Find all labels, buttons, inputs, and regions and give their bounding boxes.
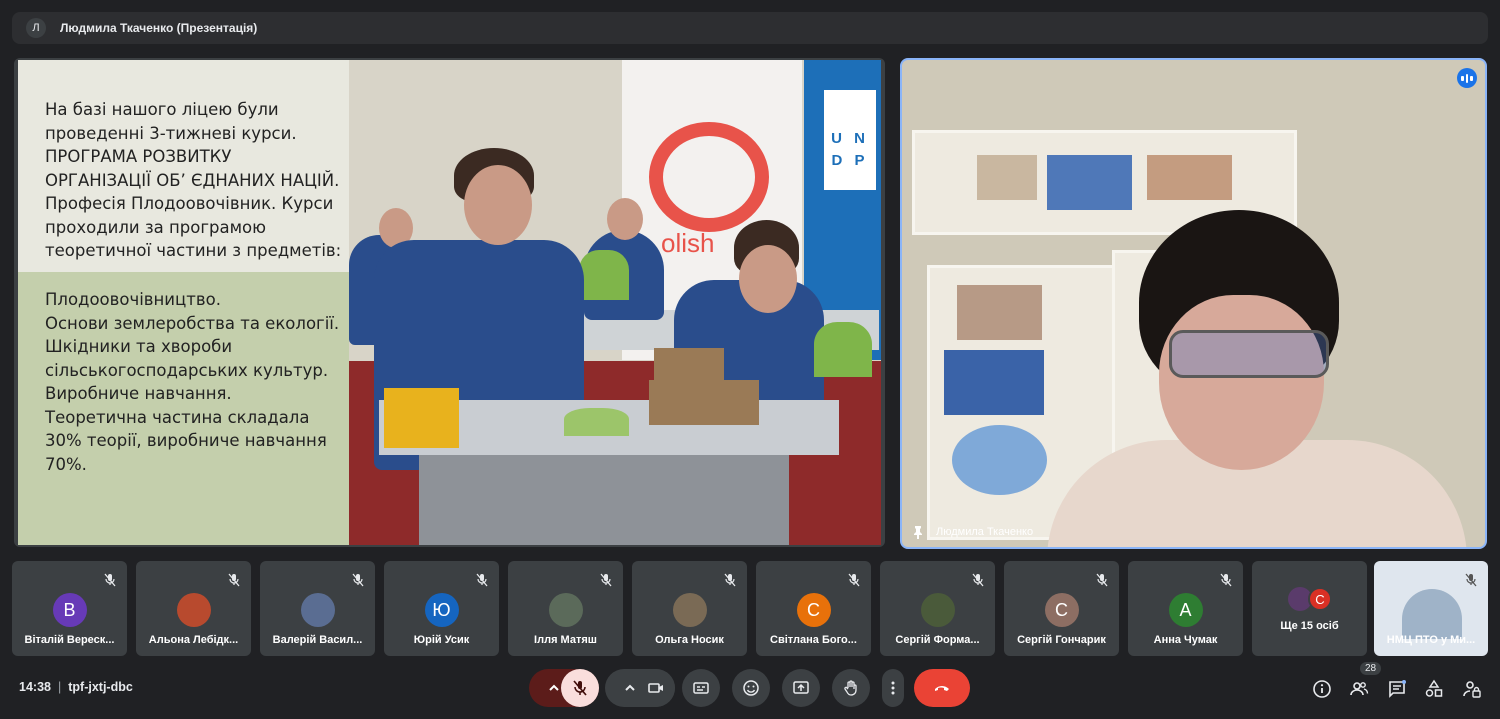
- captions-button[interactable]: [682, 669, 720, 707]
- reactions-button[interactable]: [732, 669, 770, 707]
- participant-name: Альона Лебідк...: [148, 634, 239, 646]
- emoji-icon: [743, 680, 759, 696]
- clock: 14:38: [19, 680, 51, 694]
- raise-hand-button[interactable]: [832, 669, 870, 707]
- polish-aid-text: olish: [661, 228, 715, 258]
- avatar: С: [796, 593, 831, 627]
- meeting-info: 14:38 | tpf-jxtj-dbc: [19, 680, 133, 694]
- participant-name: Ілля Матяш: [534, 634, 597, 646]
- meeting-details-button[interactable]: [1311, 678, 1333, 700]
- presentation-slide: На базі нашого ліцею були проведенні 3-т…: [14, 58, 885, 547]
- presentation-title: Людмила Ткаченко (Презентація): [60, 21, 258, 35]
- participant-name: Юрій Усик: [413, 634, 470, 646]
- participant-name: Віталій Вереск...: [24, 634, 115, 646]
- more-participants-label: Ще 15 осіб: [1280, 620, 1339, 632]
- speaker-glasses: [1169, 330, 1329, 378]
- avatar: [176, 593, 211, 627]
- participant-name: Валерій Васил...: [272, 634, 363, 646]
- participant-tile[interactable]: Ю Юрій Усик: [384, 561, 499, 656]
- captions-icon: [693, 682, 709, 694]
- people-button[interactable]: [1348, 678, 1370, 700]
- more-vert-icon: [891, 681, 895, 695]
- mic-off-icon: [1220, 573, 1232, 587]
- lock-person-icon: [1463, 681, 1481, 698]
- mic-off-icon: [600, 573, 612, 587]
- control-bar: 14:38 | tpf-jxtj-dbc 28: [0, 660, 1500, 719]
- avatar: [548, 593, 583, 627]
- avatar: А: [1168, 593, 1203, 627]
- participant-name: Ольга Носик: [655, 634, 724, 646]
- people-icon: [1350, 682, 1369, 696]
- host-controls-button[interactable]: [1461, 678, 1483, 700]
- participant-tile[interactable]: С Сергій Гончарик: [1004, 561, 1119, 656]
- mic-toggle-button[interactable]: [561, 669, 599, 707]
- undp-logo: U N D P: [824, 90, 876, 190]
- mic-off-icon: [848, 573, 860, 587]
- more-participants-tile[interactable]: С Ще 15 осіб: [1252, 561, 1367, 656]
- camera-toggle-button[interactable]: [637, 669, 675, 707]
- avatar: С: [1308, 587, 1332, 611]
- mic-off-icon: [1465, 573, 1477, 587]
- mic-off-icon: [476, 573, 488, 587]
- mic-off-icon: [724, 573, 736, 587]
- mic-off-icon: [573, 680, 587, 696]
- avatar: В: [52, 593, 87, 627]
- avatar: [672, 593, 707, 627]
- participant-tile[interactable]: С Світлана Бого...: [756, 561, 871, 656]
- participant-tiles: В Віталій Вереск... Альона Лебідк... Вал…: [12, 561, 1488, 656]
- slide-photo: olish U N D P: [349, 60, 881, 545]
- avatar-stack: С: [1288, 587, 1332, 611]
- chat-button[interactable]: [1386, 678, 1408, 700]
- presentation-header: Л Людмила Ткаченко (Презентація): [12, 12, 1488, 44]
- slide-text-intro: На базі нашого ліцею були проведенні 3-т…: [45, 100, 342, 260]
- pin-icon[interactable]: [912, 525, 924, 539]
- separator: |: [57, 680, 62, 694]
- participant-tile[interactable]: Валерій Васил...: [260, 561, 375, 656]
- participant-name: Сергій Гончарик: [1017, 634, 1106, 646]
- speaker-face: [1159, 295, 1324, 470]
- participant-video: [1402, 589, 1462, 639]
- presenter-avatar: Л: [26, 18, 46, 38]
- participant-name: Світлана Бого...: [770, 634, 857, 646]
- participant-name: Анна Чумак: [1153, 634, 1218, 646]
- participant-tile[interactable]: В Віталій Вереск...: [12, 561, 127, 656]
- more-options-button[interactable]: [882, 669, 904, 707]
- mic-off-icon: [104, 573, 116, 587]
- speaker-name: Людмила Ткаченко: [936, 526, 1034, 538]
- participant-tile[interactable]: А Анна Чумак: [1128, 561, 1243, 656]
- avatar: Ю: [424, 593, 459, 627]
- people-count-badge: 28: [1360, 662, 1382, 675]
- end-call-icon: [935, 686, 949, 691]
- participant-name: НМЦ ПТО у Ми...: [1386, 634, 1476, 646]
- participant-tile[interactable]: Ольга Носик: [632, 561, 747, 656]
- participant-name: Сергій Форма...: [895, 634, 980, 646]
- avatar: [920, 593, 955, 627]
- shapes-icon: [1425, 679, 1443, 697]
- speaker-name-label: Людмила Ткаченко: [912, 525, 1033, 539]
- polish-aid-logo: [649, 122, 769, 232]
- info-icon: [1313, 680, 1331, 698]
- participant-tile[interactable]: Альона Лебідк...: [136, 561, 251, 656]
- participant-tile[interactable]: Ілля Матяш: [508, 561, 623, 656]
- mic-off-icon: [352, 573, 364, 587]
- avatar: С: [1044, 593, 1079, 627]
- participant-tile[interactable]: Сергій Форма...: [880, 561, 995, 656]
- chat-icon: [1389, 680, 1406, 698]
- participant-tile[interactable]: НМЦ ПТО у Ми...: [1374, 561, 1488, 656]
- video-camera-icon: [648, 683, 663, 693]
- present-icon: [793, 681, 809, 694]
- leave-call-button[interactable]: [914, 669, 970, 707]
- avatar: [300, 593, 335, 627]
- speaking-indicator-icon: [1457, 68, 1477, 88]
- meeting-code: tpf-jxtj-dbc: [68, 680, 133, 694]
- mic-off-icon: [972, 573, 984, 587]
- hand-icon: [844, 680, 857, 696]
- slide-text-subjects: Плодоовочівництво. Основи землеробства т…: [45, 290, 340, 474]
- mic-off-icon: [228, 573, 240, 587]
- activities-button[interactable]: [1423, 678, 1445, 700]
- mic-off-icon: [1096, 573, 1108, 587]
- speaker-video-tile[interactable]: Людмила Ткаченко: [900, 58, 1487, 549]
- present-screen-button[interactable]: [782, 669, 820, 707]
